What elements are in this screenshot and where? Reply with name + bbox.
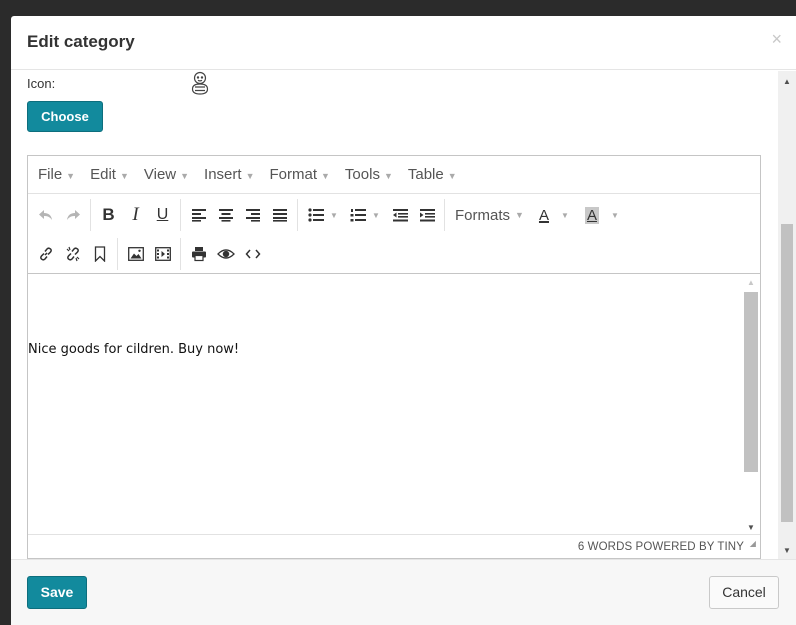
chevron-down-icon: ▼	[119, 171, 129, 181]
menu-view[interactable]: View ▼	[144, 166, 189, 183]
history-group	[28, 199, 91, 231]
cancel-button[interactable]: Cancel	[709, 576, 779, 609]
save-button[interactable]: Save	[27, 576, 87, 609]
scroll-down-icon[interactable]: ▼	[778, 546, 796, 555]
scroll-up-icon[interactable]: ▲	[742, 278, 760, 287]
icon-label: Icon:	[27, 76, 56, 91]
editor-menubar: File ▼ Edit ▼ View ▼ Insert ▼ Format ▼ Tools ▼…	[28, 156, 760, 194]
align-center-icon[interactable]	[212, 201, 239, 229]
italic-icon[interactable]: I	[122, 201, 149, 229]
misc-group	[181, 238, 270, 270]
formats-dropdown[interactable]: Formats ▼	[449, 201, 530, 229]
list-group: ▼ ▼	[298, 199, 445, 231]
menu-file[interactable]: File ▼	[38, 166, 75, 183]
style-group: B I U	[91, 199, 181, 231]
edit-category-dialog: Edit category × Icon: Choose File ▼ Edit ▼…	[11, 16, 796, 625]
chevron-down-icon: ▼	[447, 171, 457, 181]
editor-scrollbar[interactable]: ▲ ▼	[742, 274, 760, 536]
bold-icon[interactable]: B	[95, 201, 122, 229]
baby-icon	[189, 71, 211, 99]
undo-icon[interactable]	[32, 201, 59, 229]
menu-table[interactable]: Table ▼	[408, 166, 457, 183]
menu-format[interactable]: Format ▼	[269, 166, 329, 183]
bookmark-icon[interactable]	[86, 240, 113, 268]
text-color-icon[interactable]: A ▼	[530, 201, 578, 229]
editor-toolbar-row-1: B I U ▼ ▼ Formats ▼ A ▼ A ▼	[28, 195, 760, 235]
chevron-down-icon: ▼	[330, 210, 338, 220]
scrollbar-thumb[interactable]	[781, 224, 793, 522]
editor-content-area[interactable]: Nice goods for cildren. Buy now!	[28, 274, 742, 536]
dialog-body: Icon: Choose File ▼ Edit ▼ View ▼ Insert ▼ F…	[11, 71, 778, 559]
dialog-title: Edit category	[27, 32, 135, 51]
redo-icon[interactable]	[59, 201, 86, 229]
format-group: Formats ▼ A ▼ A ▼	[445, 199, 630, 231]
preview-icon[interactable]	[212, 240, 239, 268]
chevron-down-icon: ▼	[321, 171, 330, 181]
align-justify-icon[interactable]	[266, 201, 293, 229]
dialog-scrollbar[interactable]: ▲ ▼	[778, 71, 796, 559]
background-color-icon[interactable]: A ▼	[578, 201, 626, 229]
media-group	[118, 238, 181, 270]
underline-icon[interactable]: U	[149, 201, 176, 229]
chevron-down-icon: ▼	[245, 171, 255, 181]
dialog-header: Edit category ×	[11, 16, 796, 70]
editor-content-text: Nice goods for cildren. Buy now!	[28, 342, 240, 357]
choose-icon-button[interactable]: Choose	[27, 101, 103, 132]
editor-toolbar-row-2	[28, 235, 760, 274]
print-icon[interactable]	[185, 240, 212, 268]
chevron-down-icon: ▼	[515, 210, 524, 220]
chevron-down-icon: ▼	[66, 171, 76, 181]
chevron-down-icon: ▼	[180, 171, 190, 181]
chevron-down-icon: ▼	[372, 210, 380, 220]
numbered-list-icon[interactable]: ▼	[344, 201, 386, 229]
chevron-down-icon: ▼	[383, 171, 393, 181]
scrollbar-thumb[interactable]	[744, 292, 758, 472]
align-group	[181, 199, 298, 231]
image-icon[interactable]	[122, 240, 149, 268]
indent-icon[interactable]	[413, 201, 440, 229]
align-left-icon[interactable]	[185, 201, 212, 229]
menu-insert[interactable]: Insert ▼	[204, 166, 254, 183]
link-group	[28, 238, 118, 270]
link-icon[interactable]	[32, 240, 59, 268]
menu-tools[interactable]: Tools ▼	[345, 166, 393, 183]
bullet-list-icon[interactable]: ▼	[302, 201, 344, 229]
word-count-status: 6 WORDS POWERED BY TINY	[577, 541, 744, 553]
menu-edit[interactable]: Edit ▼	[90, 166, 129, 183]
dialog-footer: Save Cancel	[11, 559, 796, 625]
unlink-icon[interactable]	[59, 240, 86, 268]
rich-text-editor: File ▼ Edit ▼ View ▼ Insert ▼ Format ▼ Tools ▼…	[27, 155, 761, 559]
media-icon[interactable]	[149, 240, 176, 268]
resize-grip-icon[interactable]: ◢	[750, 532, 756, 556]
editor-statusbar: 6 WORDS POWERED BY TINY ◢	[28, 534, 760, 558]
scroll-up-icon[interactable]: ▲	[778, 77, 796, 86]
outdent-icon[interactable]	[386, 201, 413, 229]
scroll-down-icon[interactable]: ▼	[742, 523, 760, 532]
chevron-down-icon: ▼	[610, 210, 619, 220]
close-icon[interactable]: ×	[771, 30, 782, 48]
align-right-icon[interactable]	[239, 201, 266, 229]
code-icon[interactable]	[239, 240, 266, 268]
chevron-down-icon: ▼	[560, 210, 569, 220]
